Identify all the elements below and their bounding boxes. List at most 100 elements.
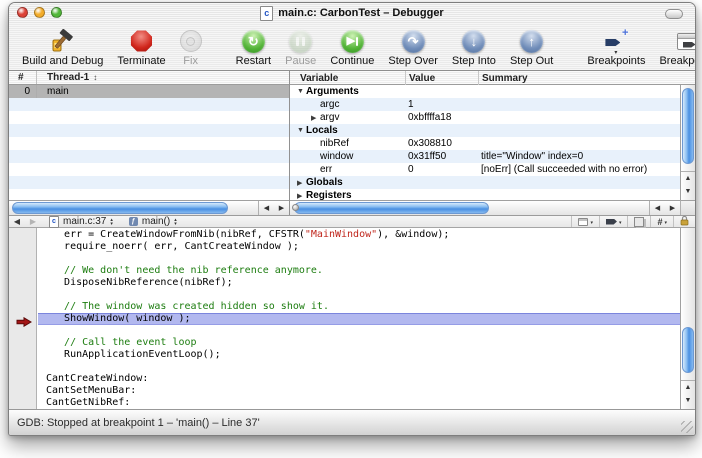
toolbar-button-label: Step Out	[510, 55, 553, 67]
bookmarks-menu-button[interactable]: ▾	[571, 216, 599, 227]
column-header-summary[interactable]: Summary	[478, 71, 695, 85]
toolbar-button-terminate-1[interactable]: Terminate	[110, 28, 172, 67]
disclosure-closed-icon[interactable]: ▶	[297, 192, 306, 200]
variable-row-err[interactable]: err0[noErr] (Call succeeded with no erro…	[290, 163, 680, 176]
empty-list-row	[9, 163, 289, 176]
variable-name-cell: ▶argv	[290, 112, 405, 123]
column-header-thread[interactable]: Thread-1 ↕	[37, 72, 97, 83]
scroll-up-arrow[interactable]: ▲	[681, 172, 695, 185]
toolbar-button-build-and-debug-0[interactable]: Build and Debug	[15, 28, 110, 67]
zoom-button[interactable]	[51, 7, 62, 18]
stack-frame-row[interactable]: 0main	[9, 85, 289, 98]
scrollbar-track[interactable]	[682, 86, 694, 170]
file-popup[interactable]: c main.c:37 ▴▾	[41, 216, 121, 227]
thread-horizontal-scrollbar[interactable]: ◀ ▶	[9, 200, 289, 215]
variable-row-locals[interactable]: ▼Locals	[290, 124, 680, 137]
variable-row-argc[interactable]: argc1	[290, 98, 680, 111]
titlebar[interactable]: c main.c: CarbonTest – Debugger	[9, 3, 695, 24]
line-number-icon: #	[657, 217, 662, 227]
splitter-dot-handle[interactable]	[292, 204, 299, 211]
scrollbar-track[interactable]	[292, 202, 647, 214]
code-area[interactable]: err = CreateWindowFromNib(nibRef, CFSTR(…	[38, 228, 680, 409]
variable-row-arguments[interactable]: ▼Arguments	[290, 85, 680, 98]
disclosure-closed-icon[interactable]: ▶	[297, 179, 306, 187]
scroll-up-arrow[interactable]: ▲	[681, 381, 695, 394]
code-segment: require_noerr( err, CantCreateWindow );	[46, 241, 299, 252]
variable-row-window[interactable]: window0x31ff50title="Window" index=0	[290, 150, 680, 163]
toolbar-button-step-out-8[interactable]: ↑Step Out	[503, 28, 560, 67]
scrollbar-track[interactable]	[11, 202, 256, 214]
restart-icon: ↻	[242, 28, 265, 54]
step-out-icon: ↑	[520, 28, 543, 54]
toolbar-button-label: Fix	[183, 55, 198, 67]
variable-name: Registers	[306, 190, 352, 200]
scroll-left-arrow[interactable]: ◀	[650, 202, 665, 215]
breakpoints-menu-button[interactable]: ▾	[599, 216, 628, 227]
disclosure-closed-icon[interactable]: ▶	[311, 114, 320, 122]
scroll-right-arrow[interactable]: ▶	[274, 202, 289, 215]
code-segment: // Call the event loop	[46, 337, 197, 348]
toolbar-button-breakpoints-10[interactable]: Breakpoints	[652, 28, 696, 67]
continue-icon: ▶	[341, 28, 364, 54]
variable-name-cell: nibRef	[290, 138, 405, 149]
scroll-left-arrow[interactable]: ◀	[259, 202, 274, 215]
pause-bars	[289, 30, 312, 53]
bookmark-icon	[578, 218, 588, 226]
sort-indicator-icon: ↕	[93, 73, 97, 82]
source-editor[interactable]: err = CreateWindowFromNib(nibRef, CFSTR(…	[9, 228, 695, 409]
resize-grip[interactable]	[681, 421, 693, 433]
toolbar-button-restart-3[interactable]: ↻Restart	[229, 28, 278, 67]
toolbar-button-breakpoints-9[interactable]: +▾Breakpoints	[580, 28, 652, 67]
variable-name: Arguments	[306, 86, 359, 97]
scrollbar-thumb[interactable]	[12, 202, 228, 214]
function-popup[interactable]: ƒ main() ▴▾	[121, 216, 185, 227]
scrollbar-track[interactable]	[682, 229, 694, 379]
breakpoints-window-icon	[677, 28, 697, 54]
code-segment: CantSetMenuBar:	[46, 385, 136, 396]
variable-row-argv[interactable]: ▶argv0xbffffa18	[290, 111, 680, 124]
scroll-down-arrow[interactable]: ▼	[681, 185, 695, 198]
breakpoint-pill-icon	[606, 219, 617, 225]
code-segment: CantCreateWindow:	[46, 373, 148, 384]
variable-name-cell: ▶Registers	[290, 190, 405, 200]
lock-button[interactable]	[673, 216, 695, 227]
toolbar-button-step-into-7[interactable]: ↓Step Into	[445, 28, 503, 67]
breakpoint-gutter[interactable]	[9, 228, 37, 409]
disclosure-open-icon[interactable]: ▼	[297, 127, 306, 134]
line-number-menu-button[interactable]: # ▾	[650, 216, 673, 227]
empty-list-row	[9, 137, 289, 150]
chevron-down-icon: ▾	[664, 220, 667, 226]
variable-name-cell: ▼Locals	[290, 125, 405, 136]
scroll-right-arrow[interactable]: ▶	[665, 202, 680, 215]
variable-row-nibref[interactable]: nibRef0x308810	[290, 137, 680, 150]
source-line	[46, 289, 680, 301]
variables-vertical-scrollbar[interactable]: ▲ ▼	[680, 85, 695, 200]
variables-header: Variable Value Summary	[290, 71, 695, 85]
empty-list-row	[9, 124, 289, 137]
column-header-value[interactable]: Value	[405, 71, 478, 85]
navbar-right-controls: ▾ ▾ # ▾	[571, 216, 695, 227]
scrollbar-thumb[interactable]	[294, 202, 489, 214]
toolbar-button-step-over-6[interactable]: ↷Step Over	[381, 28, 445, 67]
breakpoint-add-shape: +▾	[603, 30, 629, 52]
variables-horizontal-scrollbar[interactable]: ◀ ▶	[290, 200, 680, 215]
variable-row-registers[interactable]: ▶Registers	[290, 189, 680, 200]
disclosure-open-icon[interactable]: ▼	[297, 88, 306, 95]
scroll-down-arrow[interactable]: ▼	[681, 394, 695, 407]
toolbar-button-continue-5[interactable]: ▶Continue	[323, 28, 381, 67]
scrollbar-thumb[interactable]	[682, 327, 694, 373]
counterpart-button[interactable]	[627, 216, 650, 227]
file-icon-letter: c	[52, 218, 56, 225]
variable-row-globals[interactable]: ▶Globals	[290, 176, 680, 189]
minimize-button[interactable]	[34, 7, 45, 18]
editor-vertical-scrollbar[interactable]: ▲ ▼	[680, 228, 695, 409]
lock-icon	[680, 215, 689, 229]
column-header-variable[interactable]: Variable	[290, 71, 405, 85]
back-button[interactable]: ◀	[9, 217, 25, 226]
close-button[interactable]	[17, 7, 28, 18]
forward-button[interactable]: ▶	[25, 217, 41, 226]
column-header-number[interactable]: #	[9, 71, 37, 84]
pane-divider[interactable]	[289, 71, 290, 215]
scrollbar-thumb[interactable]	[682, 88, 694, 164]
toolbar-toggle-button[interactable]	[665, 9, 683, 19]
